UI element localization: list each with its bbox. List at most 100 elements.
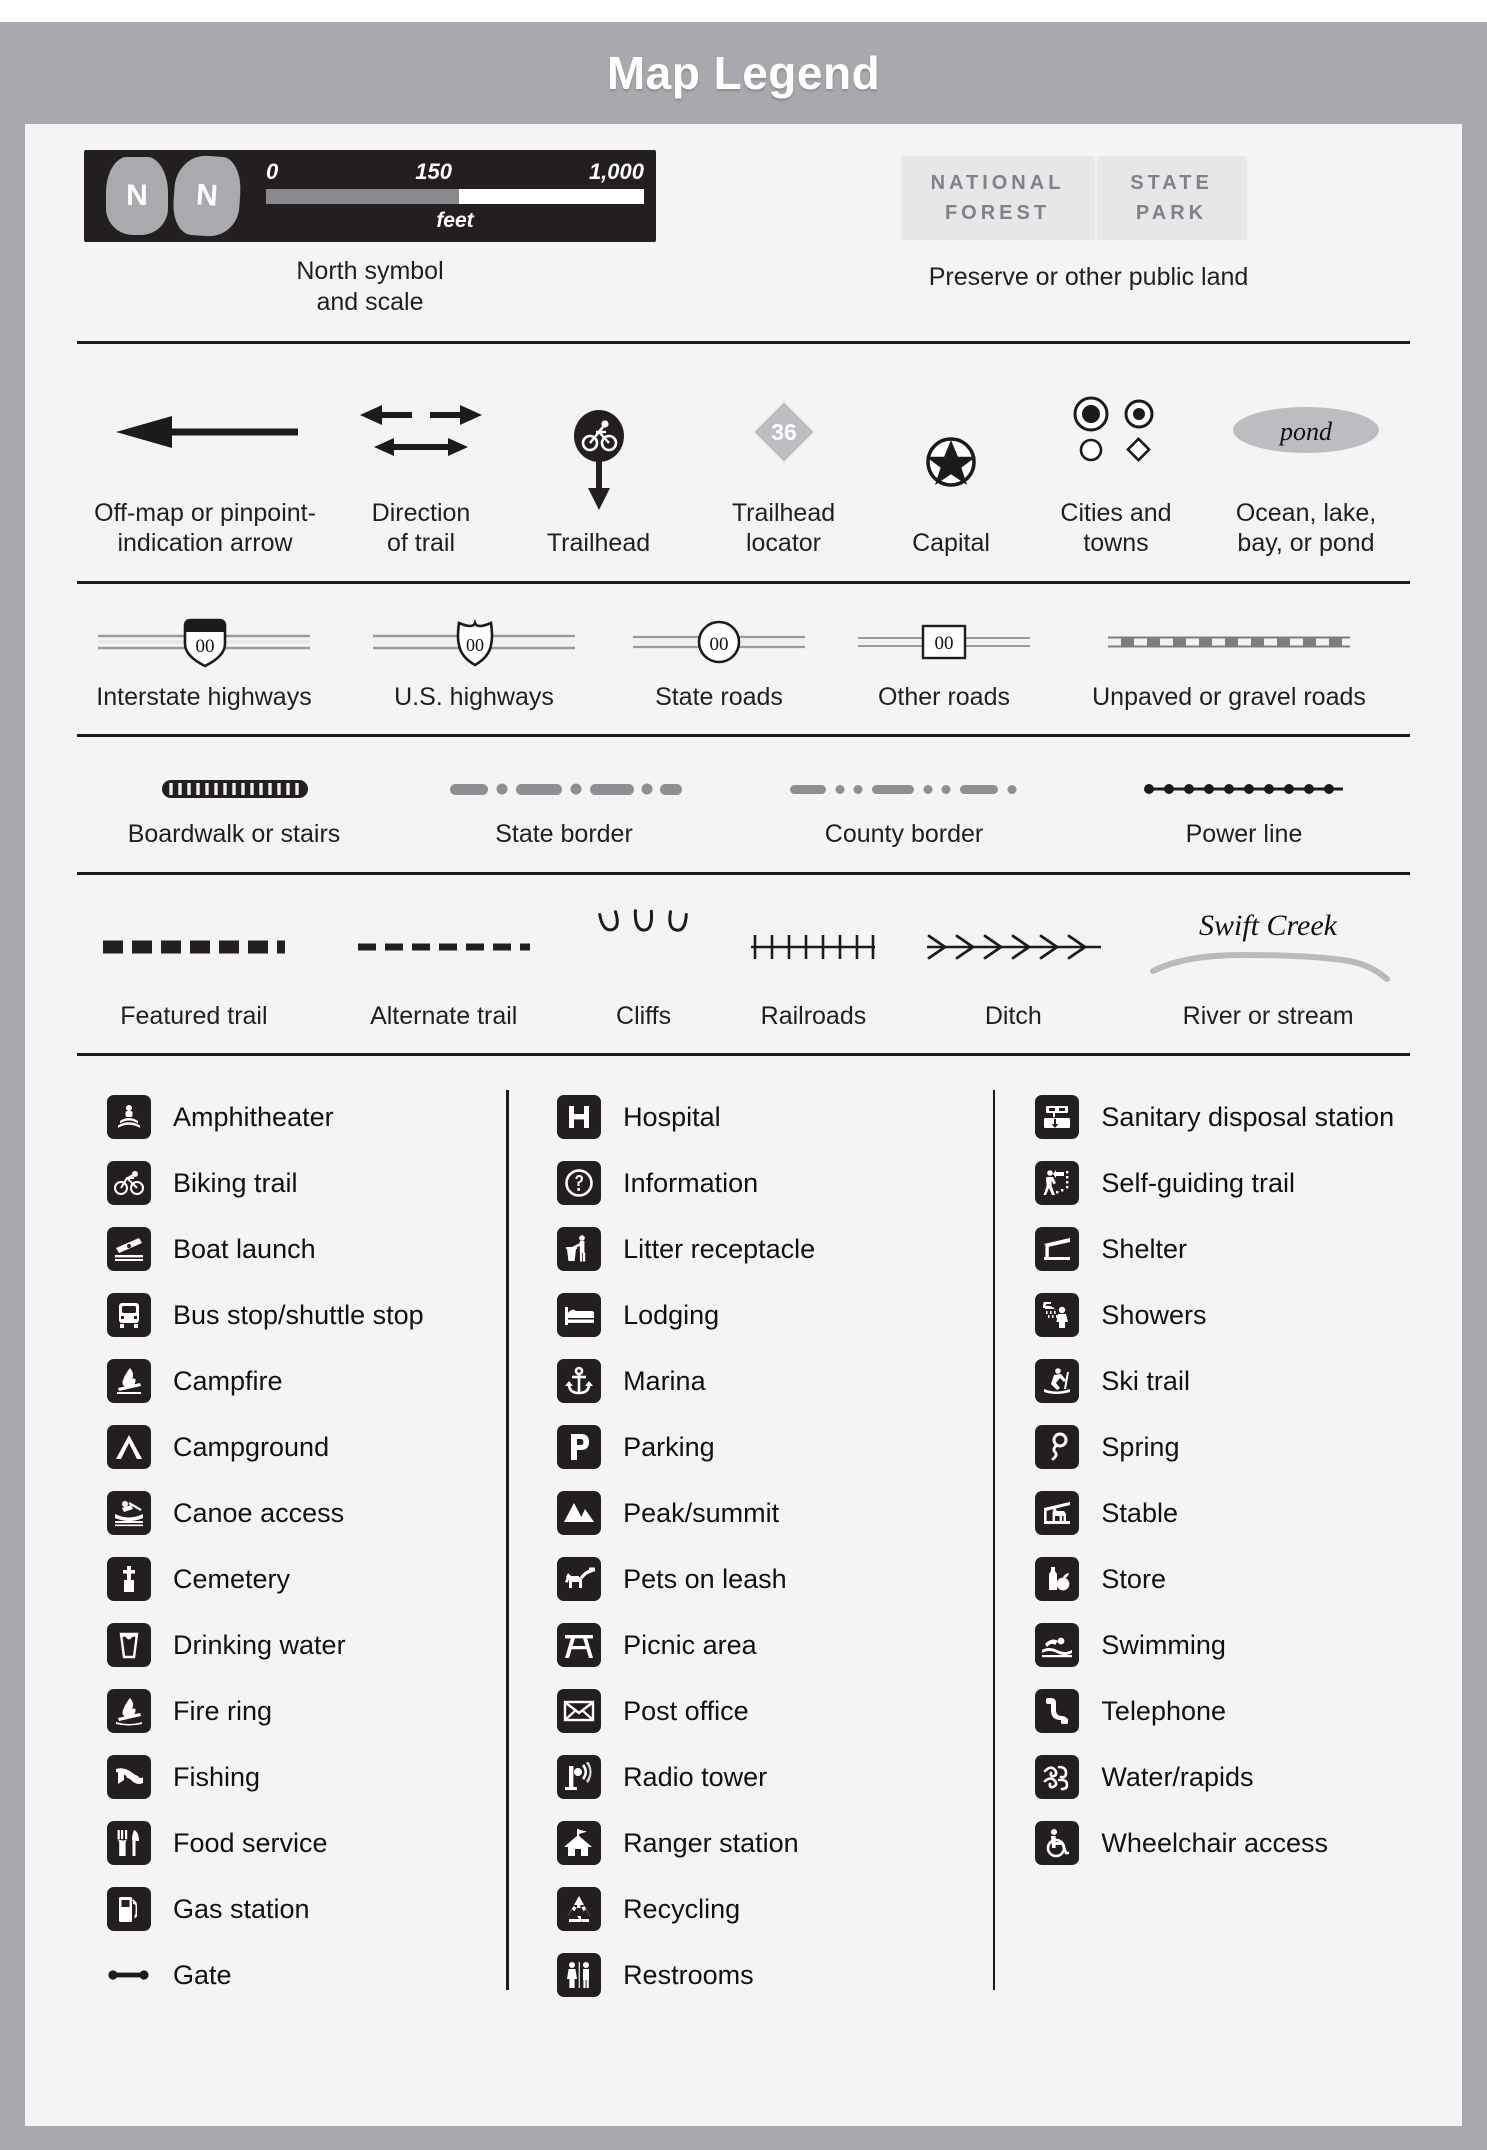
list-item[interactable]: Gas station [107,1876,506,1942]
list-item-label: Swimming [1101,1629,1226,1660]
scale-mid: 150 [415,159,452,184]
trailhead-icon [564,408,634,516]
list-item[interactable]: Campground [107,1414,506,1480]
list-item[interactable]: Recycling [557,1876,993,1942]
list-item[interactable]: Swimming [1035,1612,1462,1678]
list-item-label: Peak/summit [623,1497,780,1528]
list-item-label: Canoe access [173,1497,345,1528]
list-item[interactable]: Litter receptacle [557,1216,993,1282]
list-item[interactable]: Lodging [557,1282,993,1348]
list-item-label: Bus stop/shuttle stop [173,1299,424,1330]
locator-number: 36 [771,419,797,445]
fishing-icon [107,1755,151,1799]
legend-label: Ocean, lake, bay, or pond [1236,498,1376,559]
list-item-label: Wheelchair access [1101,1827,1329,1858]
national-forest-swatch: NATIONAL FOREST [900,156,1095,240]
ditch-icon [921,905,1106,989]
power-line-icon [1139,771,1349,807]
list-item-label: Boat launch [173,1233,316,1264]
list-item[interactable]: Shelter [1035,1216,1462,1282]
interstate-number: 00 [196,636,215,657]
list-item[interactable]: Drinking water [107,1612,506,1678]
north-symbol-caption: North symbol and scale [296,256,443,319]
list-item[interactable]: Biking trail [107,1150,506,1216]
legend-item-trailhead-locator: 36 Trailhead locator [696,378,871,559]
list-item[interactable]: Ski trail [1035,1348,1462,1414]
list-item-label: Recycling [623,1893,741,1924]
fire-ring-icon [107,1689,151,1733]
list-item[interactable]: Campfire [107,1348,506,1414]
telephone-icon [1035,1689,1080,1733]
list-item-label: Litter receptacle [623,1233,816,1264]
cities-and-towns-icon [1061,378,1171,486]
list-item[interactable]: Telephone [1035,1678,1462,1744]
title-bar: Map Legend [0,22,1487,124]
list-item[interactable]: Wheelchair access [1035,1810,1462,1876]
list-item[interactable]: Sanitary disposal station [1035,1084,1462,1150]
campfire-icon [107,1359,151,1403]
legend-item-pond: pond Ocean, lake, bay, or pond [1201,378,1411,559]
list-item-label: Post office [623,1695,749,1726]
ranger-station-icon [557,1821,602,1865]
legend-label: State border [495,820,633,848]
legend-item-capital: Capital [871,408,1031,559]
biking-trail-icon [107,1161,151,1205]
list-item[interactable]: Parking [557,1414,993,1480]
list-item[interactable]: Peak/summit [557,1480,993,1546]
trailhead-locator-label: Trailhead locator [731,498,836,558]
list-item[interactable]: Fishing [107,1744,506,1810]
list-item[interactable]: Food service [107,1810,506,1876]
list-item[interactable]: Bus stop/shuttle stop [107,1282,506,1348]
cities-and-towns-label: Cities and towns [1060,498,1172,558]
list-item[interactable]: Cemetery [107,1546,506,1612]
legend-item-river: Swift Creek River or stream [1118,905,1418,1032]
list-item[interactable]: Spring [1035,1414,1462,1480]
list-item-label: Parking [623,1431,715,1462]
state-park-line1: STATE [1130,172,1213,194]
list-item[interactable]: Boat launch [107,1216,506,1282]
compass-roses: N N [84,153,243,239]
legend-item-state-road: 00 State roads [609,614,829,713]
state-park-swatch: STATE PARK [1096,156,1247,240]
list-item[interactable]: Self-guiding trail [1035,1150,1462,1216]
list-item[interactable]: Stable [1035,1480,1462,1546]
list-item[interactable]: Gate [107,1942,506,2008]
list-item-label: Pets on leash [623,1563,787,1594]
list-item[interactable]: Information [557,1150,993,1216]
list-item[interactable]: Showers [1035,1282,1462,1348]
north-letter-alt: N [195,178,219,213]
list-item[interactable]: Picnic area [557,1612,993,1678]
list-item[interactable]: Post office [557,1678,993,1744]
pond-icon: pond [1226,378,1386,486]
river-icon: Swift Creek [1143,905,1393,989]
legend-item-interstate: 00 Interstate highways [69,614,339,713]
list-item-label: Store [1101,1563,1166,1594]
list-item[interactable]: Radio tower [557,1744,993,1810]
list-item[interactable]: Store [1035,1546,1462,1612]
amenities-column-3: Sanitary disposal station Self-guiding t… [995,1084,1462,2008]
list-item[interactable]: Water/rapids [1035,1744,1462,1810]
list-item-label: Ski trail [1101,1365,1190,1396]
list-item[interactable]: Fire ring [107,1678,506,1744]
amenities-column-2: Hospital Information Litter receptacle L… [509,1084,993,2008]
list-item-label: Lodging [623,1299,720,1330]
list-item[interactable]: Hospital [557,1084,993,1150]
legend-item-state-border: State border [399,771,729,850]
list-item[interactable]: Amphitheater [107,1084,506,1150]
list-item[interactable]: Marina [557,1348,993,1414]
list-item[interactable]: Canoe access [107,1480,506,1546]
list-item-label: Cemetery [173,1563,291,1594]
swimming-icon [1035,1623,1080,1667]
legend-item-railroads: Railroads [719,905,909,1032]
list-item[interactable]: Ranger station [557,1810,993,1876]
alternate-trail-icon [354,905,534,989]
list-item-label: Biking trail [173,1167,298,1198]
list-item[interactable]: Restrooms [557,1942,993,2008]
list-item[interactable]: Pets on leash [557,1546,993,1612]
shelter-icon [1035,1227,1080,1271]
national-forest-line1: NATIONAL [930,172,1065,194]
legend-item-ditch: Ditch [908,905,1118,1032]
list-item-label: Food service [173,1827,328,1858]
list-item-label: Fishing [173,1761,261,1792]
legend-card: N N 0 150 1,000 feet North symbol and sc… [25,124,1462,2126]
